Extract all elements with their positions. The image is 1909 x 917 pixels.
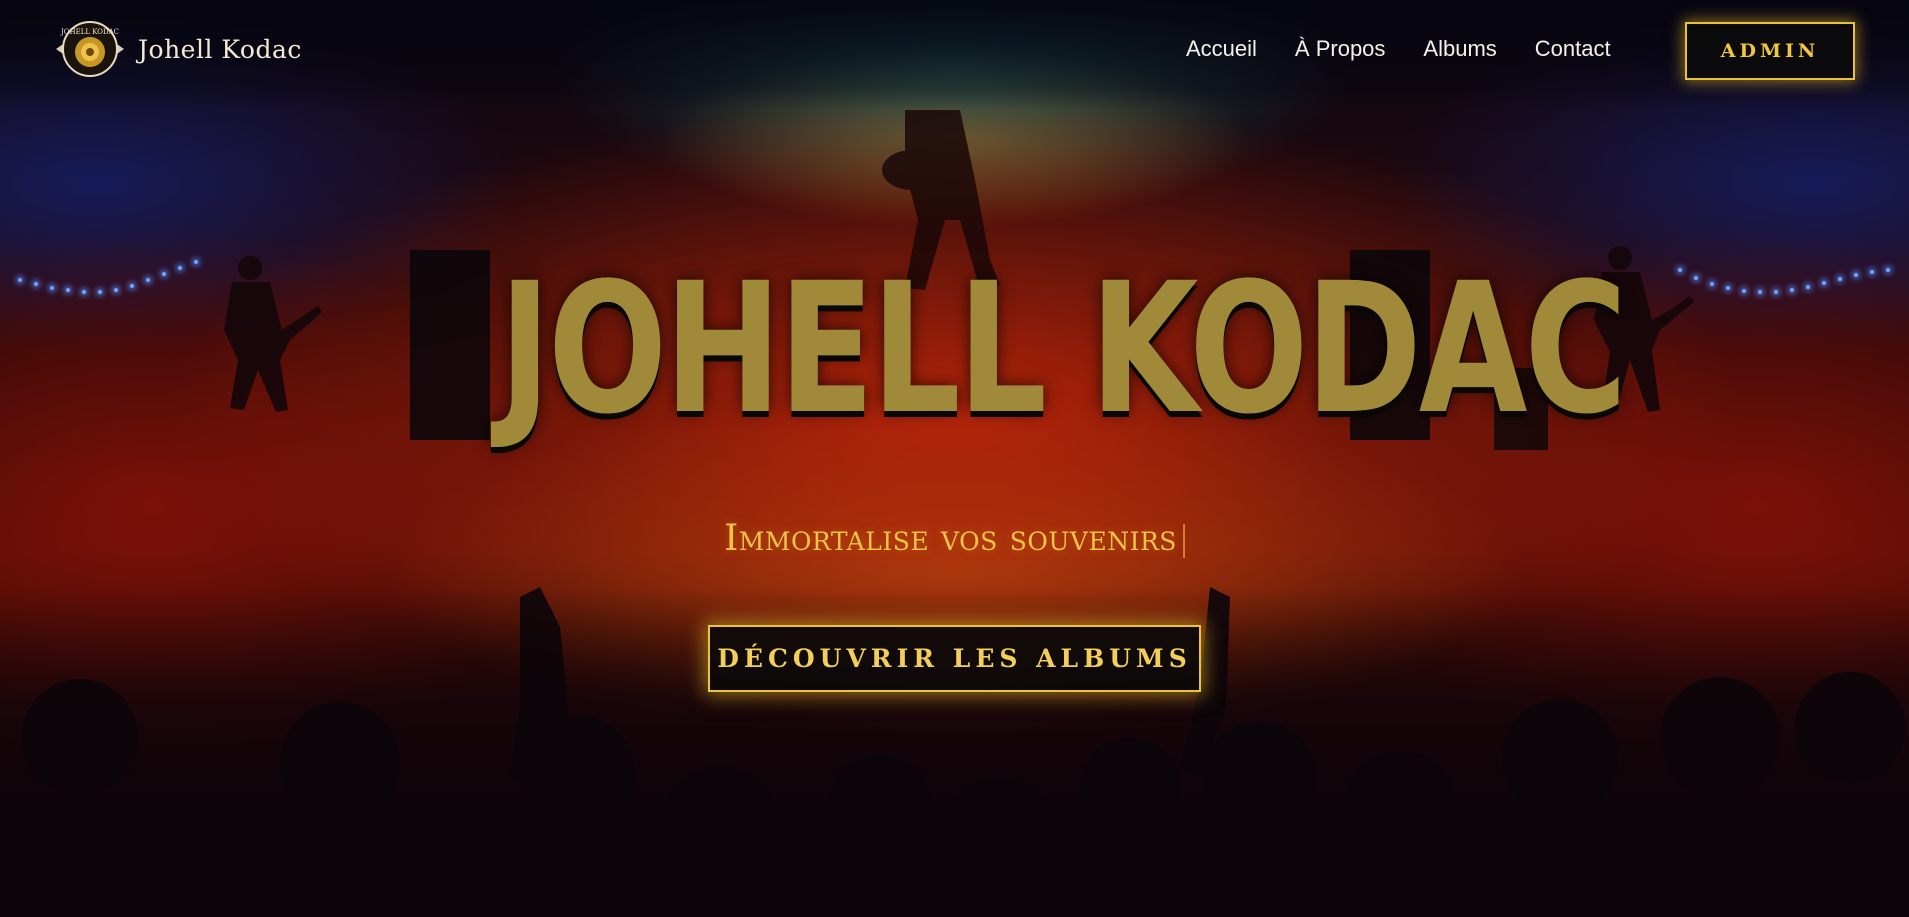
hero-title-block: JOHELL KODAC	[380, 245, 1628, 454]
brand[interactable]: JOHELL KODAC Johell Kodac	[52, 18, 302, 80]
hero-tagline: Immortalise vos souvenirs	[0, 518, 1909, 559]
nav-link-a-propos[interactable]: À Propos	[1295, 36, 1386, 62]
typing-cursor	[1182, 524, 1185, 558]
nav-link-contact[interactable]: Contact	[1535, 36, 1611, 62]
hero-tagline-text: Immortalise vos souvenirs	[724, 518, 1177, 559]
hero-section: JOHELL KODAC Johell Kodac Accueil À Prop…	[0, 0, 1909, 917]
title-backdrop-left	[410, 250, 490, 440]
discover-albums-button[interactable]: DÉCOUVRIR LES ALBUMS	[708, 625, 1201, 692]
brand-name: Johell Kodac	[138, 34, 302, 64]
hero-title: JOHELL KODAC	[498, 245, 1628, 454]
top-navbar: JOHELL KODAC Johell Kodac Accueil À Prop…	[0, 0, 1909, 104]
camera-badge-logo: JOHELL KODAC	[56, 21, 124, 77]
nav-links: Accueil À Propos Albums Contact	[1186, 36, 1611, 62]
admin-button[interactable]: ADMIN	[1685, 22, 1855, 80]
nav-link-albums[interactable]: Albums	[1423, 36, 1496, 62]
logo-text: JOHELL KODAC	[60, 28, 119, 36]
nav-link-accueil[interactable]: Accueil	[1186, 36, 1257, 62]
